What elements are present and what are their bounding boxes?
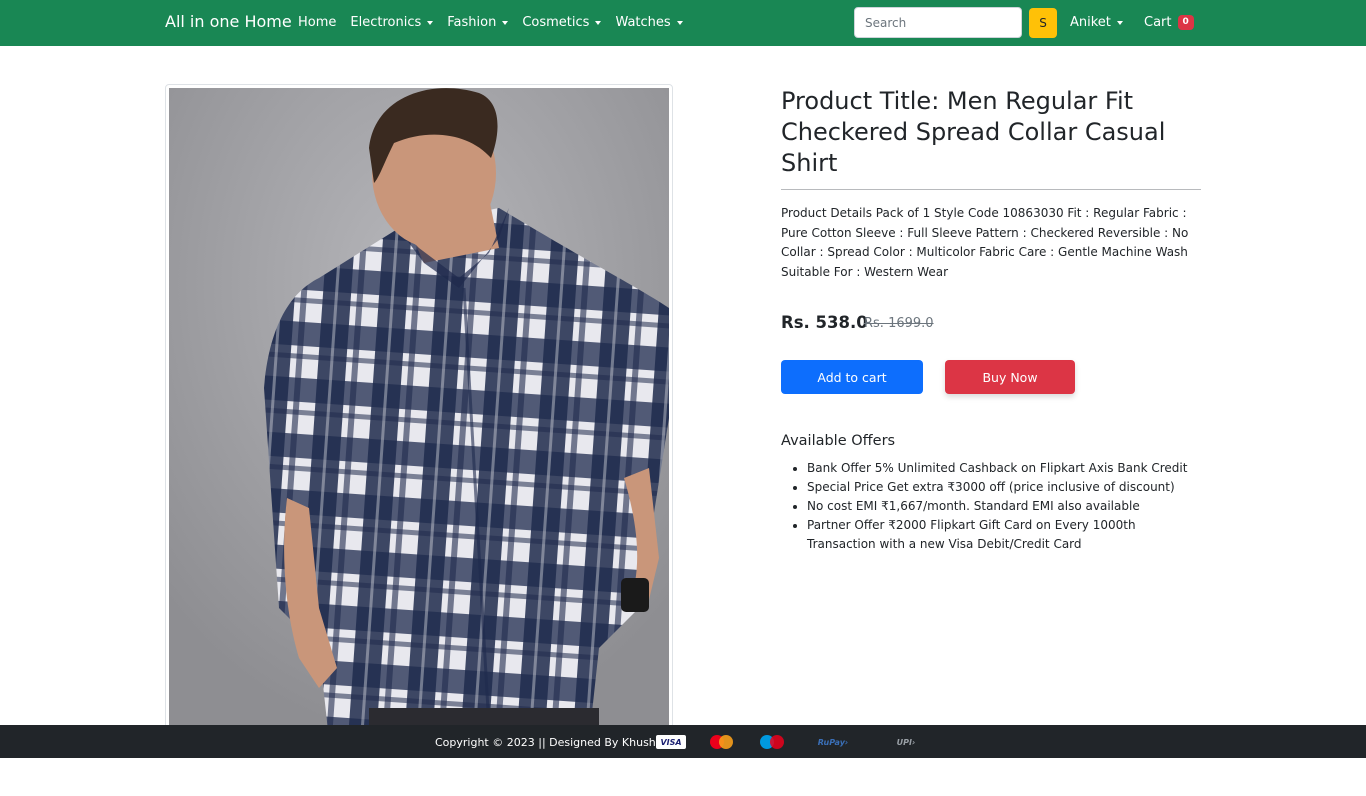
offer-item: Partner Offer ₹2000 Flipkart Gift Card o… <box>807 516 1197 554</box>
navbar: All in one Home Home Electronics Fashion… <box>0 0 1366 46</box>
offer-item: Special Price Get extra ₹3000 off (price… <box>807 478 1197 497</box>
nav-cosmetics-dropdown[interactable]: Cosmetics <box>522 15 602 30</box>
offer-item: Bank Offer 5% Unlimited Cashback on Flip… <box>807 459 1197 478</box>
nav-home[interactable]: Home <box>298 15 336 30</box>
search-input[interactable] <box>854 7 1022 38</box>
cart-label: Cart <box>1144 15 1172 30</box>
chevron-down-icon <box>427 21 434 25</box>
nav-watches-label: Watches <box>615 15 671 30</box>
rupay-icon: RuPay› <box>817 737 849 747</box>
nav-watches-dropdown[interactable]: Watches <box>615 15 683 30</box>
nav-home-label: Home <box>298 15 337 30</box>
visa-icon: VISA <box>656 735 686 749</box>
chevron-down-icon <box>676 21 683 25</box>
maestro-icon <box>756 735 788 749</box>
chevron-down-icon <box>502 21 509 25</box>
nav-electronics-dropdown[interactable]: Electronics <box>350 15 434 30</box>
copyright-text: Copyright © 2023 || Designed By Khushal … <box>435 736 677 749</box>
product-price: Rs. 538.0 <box>781 313 868 332</box>
offers-title: Available Offers <box>781 433 896 449</box>
cart-count-badge: 0 <box>1177 15 1194 30</box>
cart-link[interactable]: Cart 0 <box>1144 15 1194 30</box>
nav-cosmetics-label: Cosmetics <box>522 15 590 30</box>
offer-item: No cost EMI ₹1,667/month. Standard EMI a… <box>807 497 1197 516</box>
upi-icon: UPI› <box>896 737 916 747</box>
product-title: Product Title: Men Regular Fit Checkered… <box>781 87 1166 177</box>
nav-electronics-label: Electronics <box>350 15 422 30</box>
footer: Copyright © 2023 || Designed By Khushal … <box>0 725 1366 758</box>
brand-link[interactable]: All in one Home <box>165 12 292 31</box>
offers-list: Bank Offer 5% Unlimited Cashback on Flip… <box>807 459 1197 554</box>
chevron-down-icon <box>595 21 602 25</box>
product-image <box>169 88 669 740</box>
user-name: Aniket <box>1070 15 1111 30</box>
nav-links: Home Electronics Fashion Cosmetics Watch… <box>298 15 697 30</box>
product-image-frame <box>165 84 673 744</box>
user-dropdown[interactable]: Aniket <box>1070 15 1123 30</box>
search-button[interactable]: S <box>1029 8 1057 38</box>
nav-fashion-label: Fashion <box>447 15 497 30</box>
buy-now-button[interactable]: Buy Now <box>945 360 1075 394</box>
chevron-down-icon <box>1116 21 1123 25</box>
product-details: Product Details Pack of 1 Style Code 108… <box>781 206 1189 279</box>
add-to-cart-button[interactable]: Add to cart <box>781 360 923 394</box>
nav-fashion-dropdown[interactable]: Fashion <box>447 15 509 30</box>
product-photo-icon <box>169 88 669 740</box>
product-old-price: Rs. 1699.0 <box>864 316 934 331</box>
divider <box>781 189 1201 190</box>
mastercard-icon <box>705 735 738 749</box>
